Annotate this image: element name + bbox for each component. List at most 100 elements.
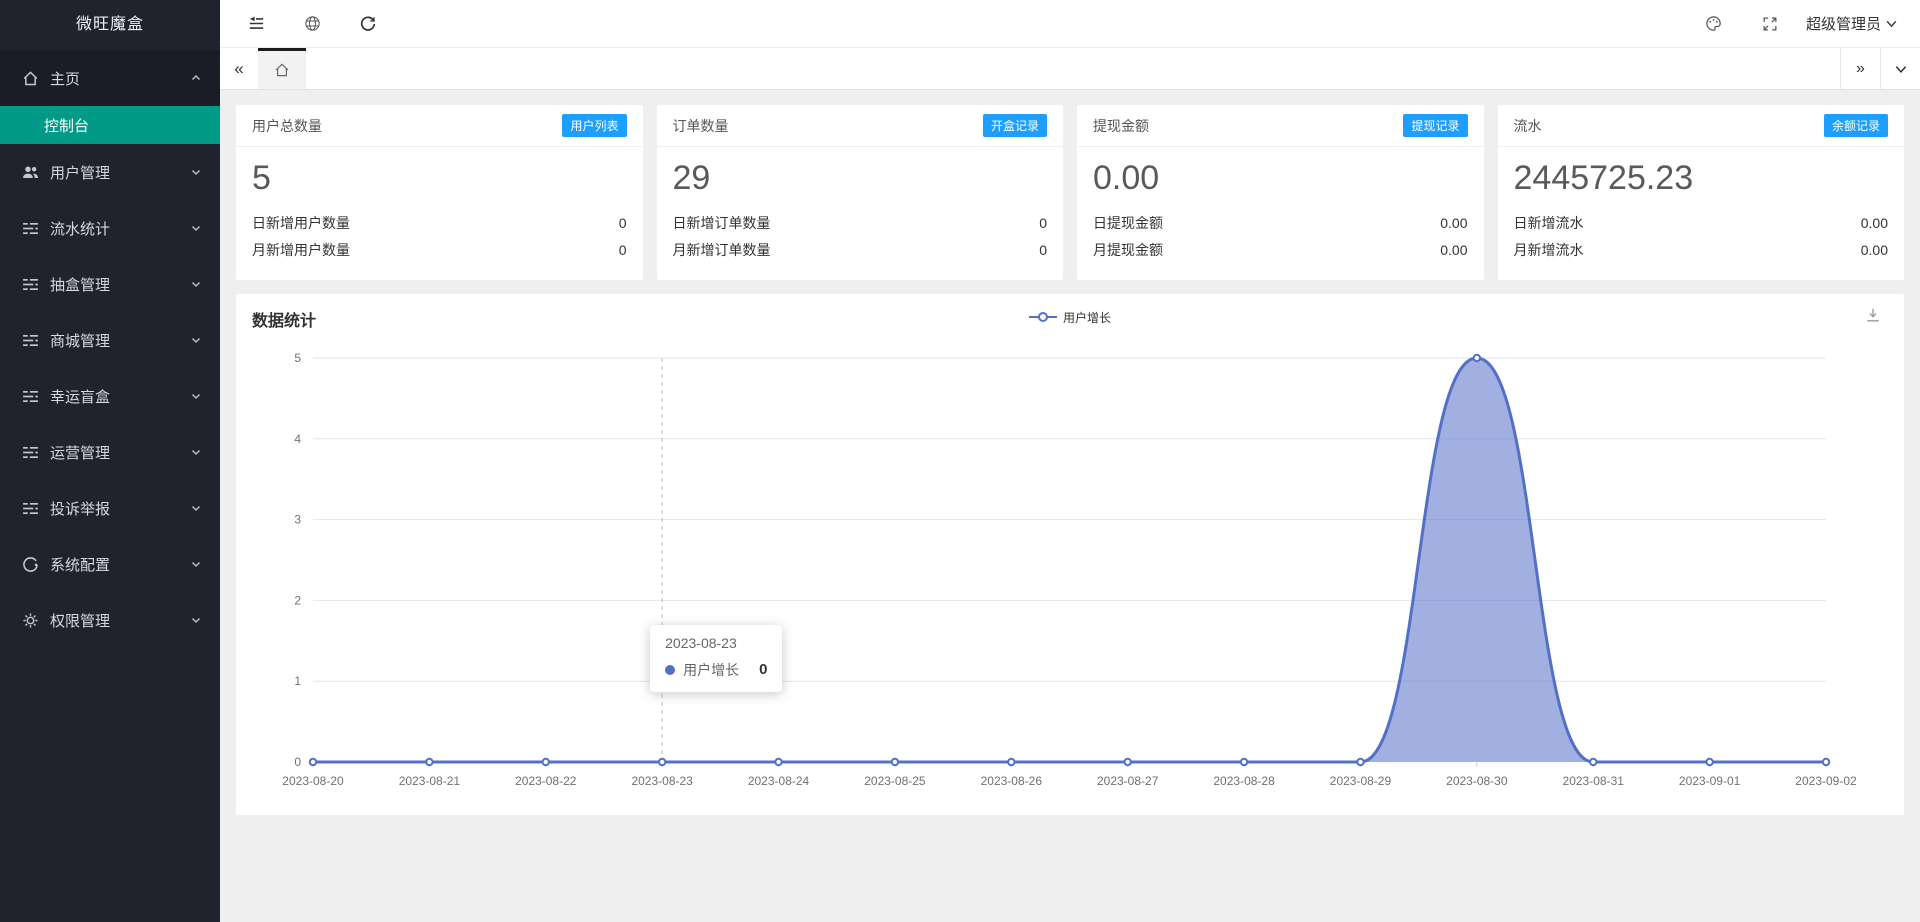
sidebar-item-flow-stats[interactable]: 流水统计: [0, 200, 220, 256]
chevron-down-icon: [190, 334, 202, 346]
svg-text:2023-08-21: 2023-08-21: [399, 774, 461, 788]
data-statistics-card: 数据统计 用户增长 0123452023-08-202023-08-212023…: [236, 294, 1904, 815]
sidebar-item-system-config[interactable]: 系统配置: [0, 536, 220, 592]
stat-row-value: 0.00: [1440, 210, 1467, 237]
sidebar-item-user-management[interactable]: 用户管理: [0, 144, 220, 200]
area-fill: [313, 358, 1826, 762]
svg-text:2023-09-01: 2023-09-01: [1679, 774, 1741, 788]
user-name: 超级管理员: [1806, 13, 1881, 34]
stat-row-value: 0: [1039, 237, 1047, 264]
stat-row-value: 0: [619, 210, 627, 237]
list-icon: [22, 276, 39, 293]
main-area: 超级管理员 « » 用户总数量 用户列表: [220, 0, 1920, 922]
sidebar-item-label: 商城管理: [50, 330, 110, 351]
refresh-button[interactable]: [344, 0, 392, 48]
stat-card-orders: 订单数量 开盒记录 29 日新增订单数量0 月新增订单数量0: [657, 105, 1064, 280]
chevron-down-icon: [190, 558, 202, 570]
settings-circle-icon: [22, 556, 39, 573]
data-point-markers: [310, 354, 1829, 764]
user-menu[interactable]: 超级管理员: [1802, 13, 1902, 34]
chart-title: 数据统计: [252, 313, 316, 330]
sidebar-item-label: 运营管理: [50, 442, 110, 463]
stat-row-value: 0.00: [1861, 237, 1888, 264]
svg-text:2023-08-22: 2023-08-22: [515, 774, 577, 788]
sidebar-item-permissions[interactable]: 权限管理: [0, 592, 220, 648]
user-list-badge[interactable]: 用户列表: [562, 114, 626, 137]
tab-spacer: [306, 48, 1840, 89]
stat-card-title: 订单数量: [673, 116, 729, 136]
chevron-down-icon: [190, 390, 202, 402]
stat-card-withdrawals: 提现金额 提现记录 0.00 日提现金额0.00 月提现金额0.00: [1077, 105, 1484, 280]
withdrawal-records-badge[interactable]: 提现记录: [1403, 114, 1467, 137]
sidebar-item-console[interactable]: 控制台: [0, 106, 220, 144]
stat-row-value: 0: [1039, 210, 1047, 237]
tabs-scroll-left-button[interactable]: «: [220, 48, 258, 89]
app-root: 微旺魔盒 主页 控制台 用户管理 流水统计: [0, 0, 1920, 922]
svg-text:2023-08-25: 2023-08-25: [864, 774, 926, 788]
collapse-sidebar-button[interactable]: [232, 0, 280, 48]
svg-text:2023-08-26: 2023-08-26: [981, 774, 1043, 788]
chevron-down-icon: [190, 502, 202, 514]
stat-cards-row: 用户总数量 用户列表 5 日新增用户数量0 月新增用户数量0 订单数量 开盒记录: [236, 105, 1904, 280]
sidebar-item-operations[interactable]: 运营管理: [0, 424, 220, 480]
stat-row-label: 日新增订单数量: [673, 210, 771, 237]
stat-value: 2445725.23: [1514, 157, 1889, 200]
list-icon: [22, 388, 39, 405]
sidebar-item-complaints[interactable]: 投诉举报: [0, 480, 220, 536]
legend-label: 用户增长: [1063, 309, 1111, 326]
line-legend-marker-icon: [1029, 311, 1057, 323]
stat-row-label: 月新增流水: [1514, 237, 1584, 264]
brand-title: 微旺魔盒: [0, 0, 220, 50]
stat-value: 29: [673, 157, 1048, 200]
globe-icon[interactable]: [288, 0, 336, 48]
y-axis-labels: 012345: [294, 351, 301, 769]
topbar-left-icons: [232, 0, 392, 48]
tab-home[interactable]: [258, 48, 306, 89]
chart-header: 数据统计 用户增长: [236, 294, 1904, 338]
sidebar-item-label: 系统配置: [50, 554, 110, 575]
sidebar-item-box-management[interactable]: 抽盒管理: [0, 256, 220, 312]
nav-group-home: 主页 控制台: [0, 50, 220, 144]
sidebar-item-lucky-blindbox[interactable]: 幸运盲盒: [0, 368, 220, 424]
svg-text:2023-08-27: 2023-08-27: [1097, 774, 1159, 788]
grid-lines: [313, 358, 1826, 681]
chevron-down-icon: [190, 166, 202, 178]
sidebar-item-home[interactable]: 主页: [0, 50, 220, 106]
stat-row-label: 日新增流水: [1514, 210, 1584, 237]
svg-text:2023-08-23: 2023-08-23: [631, 774, 693, 788]
theme-palette-icon[interactable]: [1690, 0, 1738, 48]
sidebar-item-label: 用户管理: [50, 162, 110, 183]
tab-bar: « »: [220, 48, 1920, 90]
list-icon: [22, 444, 39, 461]
svg-text:2023-08-28: 2023-08-28: [1213, 774, 1275, 788]
stat-card-flow: 流水 余额记录 2445725.23 日新增流水0.00 月新增流水0.00: [1498, 105, 1905, 280]
svg-text:2023-08-30: 2023-08-30: [1446, 774, 1508, 788]
sidebar-subitem-label: 控制台: [44, 115, 89, 136]
sidebar-item-label: 主页: [50, 68, 80, 89]
chevron-down-icon: [190, 222, 202, 234]
stat-card-users: 用户总数量 用户列表 5 日新增用户数量0 月新增用户数量0: [236, 105, 643, 280]
chevron-down-icon: [1894, 62, 1908, 76]
svg-text:3: 3: [294, 512, 301, 526]
fullscreen-icon[interactable]: [1746, 0, 1794, 48]
sidebar-item-mall-management[interactable]: 商城管理: [0, 312, 220, 368]
tabs-scroll-right-button[interactable]: »: [1840, 48, 1880, 89]
legend-item-user-growth[interactable]: 用户增长: [1029, 309, 1111, 326]
stat-card-title: 流水: [1514, 116, 1542, 136]
stat-row-value: 0.00: [1440, 237, 1467, 264]
open-box-records-badge[interactable]: 开盒记录: [983, 114, 1047, 137]
x-axis-labels: 2023-08-20 2023-08-21 2023-08-22 2023-08-23…: [282, 762, 1857, 788]
balance-records-badge[interactable]: 余额记录: [1824, 114, 1888, 137]
line-series: [313, 358, 1826, 762]
sidebar-item-label: 投诉举报: [50, 498, 110, 519]
user-growth-chart[interactable]: 0123452023-08-202023-08-212023-08-222023…: [252, 338, 1900, 816]
stat-card-title: 提现金额: [1093, 116, 1149, 136]
top-header: 超级管理员: [220, 0, 1920, 48]
svg-text:0: 0: [294, 755, 301, 769]
tabs-menu-button[interactable]: [1880, 48, 1920, 89]
svg-text:2023-08-20: 2023-08-20: [282, 774, 344, 788]
stat-row-label: 月新增用户数量: [252, 237, 350, 264]
stat-row-value: 0: [619, 237, 627, 264]
download-chart-icon[interactable]: [1864, 306, 1882, 329]
home-icon: [22, 70, 39, 87]
